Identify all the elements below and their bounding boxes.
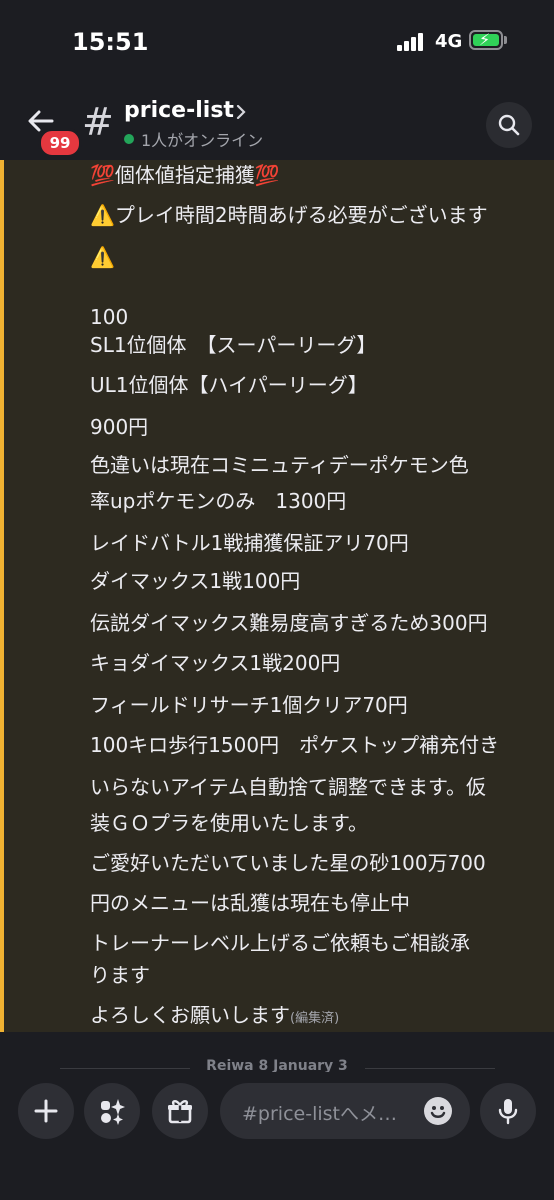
message-line: ⚠️プレイ時間2時間あげる必要がございます: [90, 203, 488, 227]
message-line: ります: [90, 963, 150, 987]
online-status-dot: [124, 134, 134, 144]
online-count: 1人がオンライン: [141, 131, 264, 150]
message-line: ダイマックス1戦100円: [90, 569, 301, 593]
microphone-icon: [498, 1099, 518, 1125]
channel-hash-icon: #: [82, 100, 114, 144]
voice-message-button[interactable]: [480, 1083, 536, 1139]
gift-button[interactable]: [152, 1083, 208, 1139]
message-line: キョダイマックス1戦200円: [90, 651, 341, 675]
add-attachment-button[interactable]: [18, 1083, 74, 1139]
message-line: ご愛好いただいていました星の砂100万700: [90, 851, 486, 875]
plus-icon: [34, 1099, 58, 1123]
message-composer: #price-listへメ…: [0, 1072, 554, 1200]
message-line: 装ＧＯプラを使用いたします。: [90, 811, 368, 835]
message-line: 100キロ歩行1500円 ポケストップ補充付き: [90, 733, 500, 757]
message-last-line: よろしくお願いします(編集済): [90, 1002, 339, 1032]
search-button[interactable]: [486, 102, 532, 148]
message-input[interactable]: #price-listへメ…: [220, 1083, 470, 1139]
unread-badge: 99: [38, 128, 82, 158]
smile-icon: [430, 1106, 446, 1118]
battery-icon: ⚡: [469, 30, 503, 50]
message-placeholder: #price-listへメ…: [242, 1103, 397, 1125]
battery-cap: [504, 36, 507, 44]
gift-icon: [168, 1100, 192, 1124]
message-line: レイドバトル1戦捕獲保証アリ70円: [90, 531, 409, 555]
network-label: 4G: [435, 31, 463, 52]
message-line: SL1位個体 【スーパーリーグ】: [90, 333, 377, 357]
message-line: 900円: [90, 415, 149, 439]
message-line: 率upポケモンのみ 1300円: [90, 489, 347, 513]
message-line: トレーナーレベル上げるご依頼もご相談承: [90, 931, 470, 955]
message-line: 円のメニューは乱獲は現在も停止中: [90, 891, 410, 915]
message-line: 100: [90, 305, 129, 329]
apps-sparkle-icon: [101, 1099, 125, 1125]
highlighted-message[interactable]: 💯個体値指定捕獲💯 ⚠️プレイ時間2時間あげる必要がございます ⚠️ 100 S…: [0, 160, 554, 1032]
status-time: 15:51: [72, 28, 149, 56]
apps-button[interactable]: [84, 1083, 140, 1139]
message-line: よろしくお願いします: [90, 1003, 290, 1027]
channel-name[interactable]: price-list: [124, 98, 234, 123]
chevron-right-icon[interactable]: [236, 104, 246, 120]
mention-accent-bar: [0, 160, 4, 1032]
message-line: 色違いは現在コミニュティデーポケモン色: [90, 453, 469, 477]
status-bar: 15:51 4G ⚡: [0, 0, 554, 84]
search-icon: [498, 114, 520, 136]
channel-header: 99 # price-list 1人がオンライン: [0, 84, 554, 160]
message-line: ⚠️: [90, 245, 115, 269]
date-divider-right: [365, 1068, 495, 1069]
signal-icon: [397, 33, 429, 51]
message-line: 伝説ダイマックス難易度高すぎるため300円: [90, 611, 488, 635]
edited-label: (編集済): [290, 1011, 340, 1026]
emoji-button[interactable]: [424, 1097, 452, 1125]
message-line: フィールドリサーチ1個クリア70円: [90, 693, 408, 717]
message-line: UL1位個体【ハイパーリーグ】: [90, 373, 368, 397]
message-line: いらないアイテム自動捨て調整できます。仮: [90, 775, 486, 799]
message-line: 💯個体値指定捕獲💯: [90, 163, 280, 187]
